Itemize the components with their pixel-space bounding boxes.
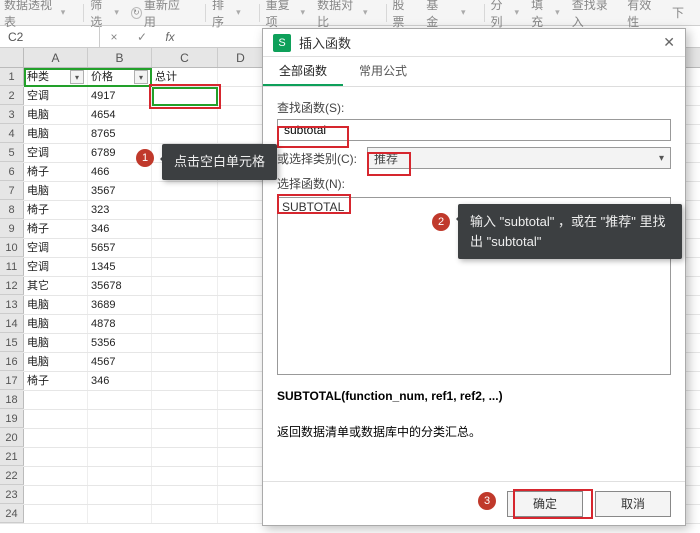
- category-label: 或选择类别(C):: [277, 150, 357, 167]
- cell[interactable]: 椅子: [24, 201, 88, 219]
- search-label: 查找函数(S):: [277, 99, 671, 116]
- cell[interactable]: 椅子: [24, 220, 88, 238]
- cell[interactable]: 346: [88, 372, 152, 390]
- cell[interactable]: 电脑: [24, 125, 88, 143]
- dialog-app-icon: S: [273, 34, 291, 52]
- dialog-tabs: 全部函数 常用公式: [263, 57, 685, 87]
- cell[interactable]: 空调: [24, 144, 88, 162]
- ribbon-remdup[interactable]: 重复项: [266, 0, 306, 30]
- dialog-title: 插入函数: [299, 33, 663, 52]
- fx-icon[interactable]: fx: [156, 30, 184, 44]
- tab-common[interactable]: 常用公式: [343, 57, 423, 86]
- cell[interactable]: 电脑: [24, 296, 88, 314]
- col-head-d[interactable]: D: [218, 48, 264, 67]
- filter-icon[interactable]: ▾: [70, 70, 84, 84]
- cell[interactable]: 其它: [24, 277, 88, 295]
- ribbon-findinput[interactable]: 查找录入: [572, 0, 616, 30]
- ribbon-split[interactable]: 分列: [490, 0, 519, 30]
- ok-button[interactable]: 确定: [507, 491, 583, 517]
- selected-cell: [152, 87, 218, 106]
- col-head-a[interactable]: A: [24, 48, 88, 67]
- ribbon-dropdown[interactable]: 下: [672, 4, 684, 21]
- annotation-badge-3: 3: [478, 492, 496, 510]
- selectfn-label: 选择函数(N):: [277, 175, 671, 192]
- function-signature: SUBTOTAL(function_num, ref1, ref2, ...): [277, 389, 503, 403]
- cell[interactable]: 电脑: [24, 315, 88, 333]
- header-cell-c[interactable]: 总计: [152, 68, 218, 86]
- cell[interactable]: 5657: [88, 239, 152, 257]
- cell[interactable]: 4878: [88, 315, 152, 333]
- cell[interactable]: 椅子: [24, 372, 88, 390]
- function-description: 返回数据清单或数据库中的分类汇总。: [277, 423, 671, 440]
- ribbon-more[interactable]: [460, 7, 466, 18]
- ribbon-toolbar: 数据透视表 筛选 ↻重新应用 排序 重复项 数据对比 股票 基金 分列 填充 查…: [0, 0, 700, 26]
- cell[interactable]: 3567: [88, 182, 152, 200]
- cell[interactable]: 8765: [88, 125, 152, 143]
- header-cell-a[interactable]: 种类▾: [24, 68, 88, 86]
- annotation-badge-1: 1: [136, 149, 154, 167]
- tab-all-functions[interactable]: 全部函数: [263, 57, 343, 86]
- cell[interactable]: 椅子: [24, 163, 88, 181]
- cell[interactable]: 电脑: [24, 353, 88, 371]
- cell[interactable]: 电脑: [24, 334, 88, 352]
- cell[interactable]: 323: [88, 201, 152, 219]
- cell[interactable]: 电脑: [24, 182, 88, 200]
- cancel-edit-icon[interactable]: ×: [100, 30, 128, 44]
- cell[interactable]: 346: [88, 220, 152, 238]
- search-input[interactable]: [277, 119, 671, 141]
- annotation-tip-1: 点击空白单元格: [162, 144, 277, 180]
- cell[interactable]: 4654: [88, 106, 152, 124]
- insert-function-dialog: S 插入函数 ✕ 全部函数 常用公式 查找函数(S): 或选择类别(C): 推荐…: [262, 28, 686, 526]
- cell[interactable]: 电脑: [24, 106, 88, 124]
- cell[interactable]: 4567: [88, 353, 152, 371]
- annotation-tip-2: 输入 "subtotal" ，或在 "推荐" 里找出 "subtotal": [458, 204, 682, 259]
- cell[interactable]: 3689: [88, 296, 152, 314]
- filter-icon[interactable]: ▾: [134, 70, 148, 84]
- cell[interactable]: 空调: [24, 239, 88, 257]
- col-head-b[interactable]: B: [88, 48, 152, 67]
- cancel-button[interactable]: 取消: [595, 491, 671, 517]
- ribbon-reapply[interactable]: ↻重新应用: [131, 0, 187, 30]
- col-head-c[interactable]: C: [152, 48, 218, 67]
- header-cell-b[interactable]: 价格▾: [88, 68, 152, 86]
- cell[interactable]: 35678: [88, 277, 152, 295]
- ribbon-fund[interactable]: 基金: [426, 0, 448, 30]
- cell[interactable]: 5356: [88, 334, 152, 352]
- name-box[interactable]: C2: [0, 26, 100, 47]
- annotation-badge-2: 2: [432, 213, 450, 231]
- ribbon-stock[interactable]: 股票: [392, 0, 414, 30]
- category-select[interactable]: 推荐: [367, 147, 671, 169]
- ribbon-valid[interactable]: 有效性: [627, 0, 660, 30]
- ribbon-sort[interactable]: 排序: [212, 0, 241, 30]
- ribbon-fill[interactable]: 填充: [531, 0, 560, 30]
- cell[interactable]: 空调: [24, 258, 88, 276]
- close-icon[interactable]: ✕: [663, 34, 675, 51]
- cell[interactable]: 1345: [88, 258, 152, 276]
- ribbon-datacomp[interactable]: 数据对比: [317, 0, 367, 30]
- cell[interactable]: 空调: [24, 87, 88, 105]
- accept-edit-icon[interactable]: ✓: [128, 30, 156, 44]
- cell[interactable]: 4917: [88, 87, 152, 105]
